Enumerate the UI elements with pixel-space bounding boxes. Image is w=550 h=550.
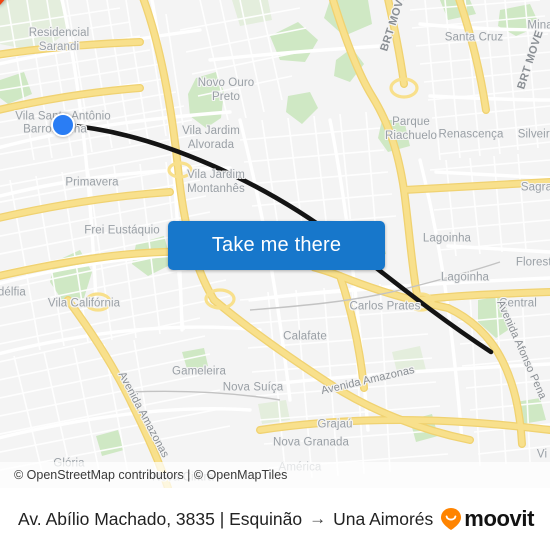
- route-summary: Av. Abílio Machado, 3835 | Esquinão → Un…: [0, 509, 440, 530]
- arrow-right-icon: →: [309, 509, 327, 528]
- map-attribution-bar: © OpenStreetMap contributors | © OpenMap…: [0, 462, 550, 488]
- take-me-there-button[interactable]: Take me there: [168, 221, 385, 270]
- route-origin-label: Av. Abílio Machado, 3835 | Esquinão: [18, 508, 303, 529]
- map-screenshot: Residencial Sarandi Novo Ouro Preto Santa Cr…: [0, 0, 550, 550]
- origin-dot-icon[interactable]: [51, 113, 75, 137]
- destination-pin-icon[interactable]: [0, 0, 17, 6]
- moovit-pin-icon: [441, 508, 462, 530]
- route-destination-label: Una Aimorés: [333, 508, 434, 529]
- map-canvas[interactable]: Residencial Sarandi Novo Ouro Preto Santa Cr…: [0, 0, 550, 488]
- moovit-logo[interactable]: moovit: [440, 506, 550, 532]
- map-attribution-text[interactable]: © OpenStreetMap contributors | © OpenMap…: [0, 468, 287, 482]
- moovit-wordmark: moovit: [464, 506, 534, 531]
- footer-bar: Av. Abílio Machado, 3835 | Esquinão → Un…: [0, 488, 550, 550]
- take-me-there-label: Take me there: [211, 234, 342, 256]
